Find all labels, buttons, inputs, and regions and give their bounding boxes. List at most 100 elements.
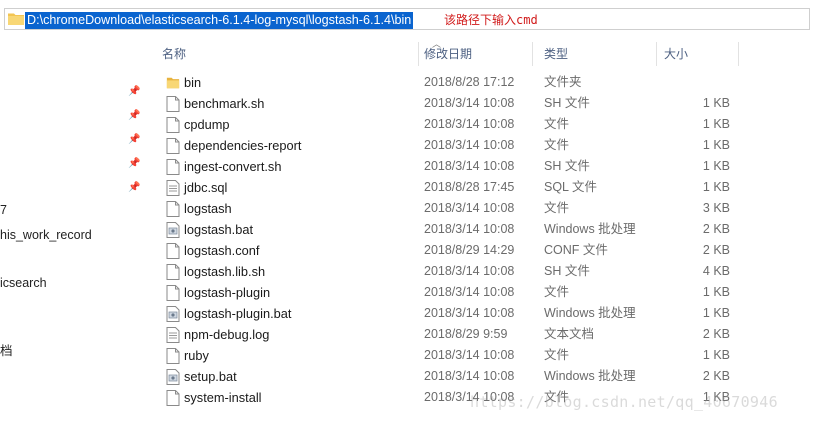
file-name: setup.bat xyxy=(184,369,237,384)
file-modified-date: 2018/3/14 10:08 xyxy=(424,306,515,320)
file-size: 1 KB xyxy=(702,117,730,131)
file-modified-date: 2018/3/14 10:08 xyxy=(424,348,515,362)
file-name: system-install xyxy=(184,390,262,405)
file-row[interactable]: logstash.lib.sh 2018/3/14 10:08 SH 文件 4 KB xyxy=(150,261,750,282)
file-name: bin xyxy=(184,75,202,90)
watermark: https://blog.csdn.net/qq_40670946 xyxy=(470,393,778,411)
file-modified-date: 2018/3/14 10:08 xyxy=(424,138,515,152)
batch-file-icon xyxy=(166,306,180,322)
file-name: ingest-convert.sh xyxy=(184,159,282,174)
file-type: 文件 xyxy=(544,285,570,299)
file-icon xyxy=(166,390,180,406)
file-type: Windows 批处理 xyxy=(544,306,636,320)
batch-file-icon xyxy=(166,222,180,238)
file-row[interactable]: logstash.conf 2018/8/29 14:29 CONF 文件 2 KB xyxy=(150,240,750,261)
file-name: npm-debug.log xyxy=(184,327,270,342)
file-size: 1 KB xyxy=(702,159,730,173)
file-name: logstash xyxy=(184,201,232,216)
file-row[interactable]: jdbc.sql 2018/8/28 17:45 SQL 文件 1 KB xyxy=(150,177,750,198)
nav-item[interactable]: 7 xyxy=(0,203,7,217)
file-modified-date: 2018/3/14 10:08 xyxy=(424,117,515,131)
file-row[interactable]: logstash.bat 2018/3/14 10:08 Windows 批处理 2 … xyxy=(150,219,750,240)
folder-icon xyxy=(8,13,24,25)
file-row[interactable]: logstash 2018/3/14 10:08 文件 3 KB xyxy=(150,198,750,219)
batch-file-icon xyxy=(166,369,180,385)
file-size: 4 KB xyxy=(702,264,730,278)
file-icon xyxy=(166,96,180,112)
file-modified-date: 2018/8/29 14:29 xyxy=(424,243,515,257)
file-name: logstash-plugin.bat xyxy=(184,306,292,321)
file-icon xyxy=(166,348,180,364)
folder-icon xyxy=(166,77,180,89)
file-row[interactable]: cpdump 2018/3/14 10:08 文件 1 KB xyxy=(150,114,750,135)
file-type: CONF 文件 xyxy=(544,243,608,257)
file-icon xyxy=(166,243,180,259)
annotation-text: 该路径下输入cmd xyxy=(444,13,538,27)
file-row[interactable]: npm-debug.log 2018/8/29 9:59 文本文档 2 KB xyxy=(150,324,750,345)
address-path[interactable]: D:\chromeDownload\elasticsearch-6.1.4-lo… xyxy=(25,12,414,29)
pin-icon[interactable]: 📌 xyxy=(128,182,140,194)
file-row[interactable]: logstash-plugin 2018/3/14 10:08 文件 1 KB xyxy=(150,282,750,303)
file-row[interactable]: bin 2018/8/28 17:12 文件夹 xyxy=(150,72,750,93)
file-icon xyxy=(166,285,180,301)
file-row[interactable]: ruby 2018/3/14 10:08 文件 1 KB xyxy=(150,345,750,366)
file-name: benchmark.sh xyxy=(184,96,265,111)
nav-item[interactable]: 档 xyxy=(0,340,13,359)
column-header: ︿ 名称 修改日期 类型 大小 xyxy=(150,40,750,68)
file-row[interactable]: ingest-convert.sh 2018/3/14 10:08 SH 文件 1 K… xyxy=(150,156,750,177)
file-modified-date: 2018/3/14 10:08 xyxy=(424,285,515,299)
nav-item[interactable]: his_work_record xyxy=(0,228,92,242)
navigation-pane: 📌 📌 📌 📌 📌 7 his_work_record icsearch 档 xyxy=(0,40,148,421)
file-row[interactable]: dependencies-report 2018/3/14 10:08 文件 1 KB xyxy=(150,135,750,156)
file-type: SH 文件 xyxy=(544,264,590,278)
column-divider[interactable] xyxy=(738,42,739,66)
file-size xyxy=(660,72,730,93)
file-size: 1 KB xyxy=(702,348,730,362)
file-size: 1 KB xyxy=(702,96,730,110)
file-type: 文件夹 xyxy=(544,75,582,89)
file-icon xyxy=(166,201,180,217)
file-icon xyxy=(166,264,180,280)
nav-item[interactable]: icsearch xyxy=(0,276,47,290)
text-file-icon xyxy=(166,327,180,343)
file-modified-date: 2018/3/14 10:08 xyxy=(424,159,515,173)
file-type: SH 文件 xyxy=(544,96,590,110)
file-size: 1 KB xyxy=(702,138,730,152)
column-type[interactable]: 类型 xyxy=(532,40,652,68)
column-name[interactable]: 名称 xyxy=(150,40,418,68)
file-type: 文本文档 xyxy=(544,327,595,341)
file-icon xyxy=(166,117,180,133)
file-type: SQL 文件 xyxy=(544,180,598,194)
file-type: 文件 xyxy=(544,138,570,152)
file-name: logstash-plugin xyxy=(184,285,271,300)
file-size: 2 KB xyxy=(702,369,730,383)
file-row[interactable]: setup.bat 2018/3/14 10:08 Windows 批处理 2 KB xyxy=(150,366,750,387)
pin-icon[interactable]: 📌 xyxy=(128,110,140,122)
file-modified-date: 2018/3/14 10:08 xyxy=(424,96,515,110)
file-name: logstash.lib.sh xyxy=(184,264,266,279)
file-type: 文件 xyxy=(544,348,570,362)
file-name: jdbc.sql xyxy=(184,180,228,195)
file-icon xyxy=(166,138,180,154)
file-type: Windows 批处理 xyxy=(544,222,636,236)
file-modified-date: 2018/3/14 10:08 xyxy=(424,264,515,278)
pin-icon[interactable]: 📌 xyxy=(128,86,140,98)
file-type: 文件 xyxy=(544,201,570,215)
file-modified-date: 2018/3/14 10:08 xyxy=(424,201,515,215)
file-modified-date: 2018/3/14 10:08 xyxy=(424,369,515,383)
file-modified-date: 2018/3/14 10:08 xyxy=(424,222,515,236)
file-modified-date: 2018/8/28 17:12 xyxy=(424,75,515,89)
column-size[interactable]: 大小 xyxy=(652,40,738,68)
pin-icon[interactable]: 📌 xyxy=(128,134,140,146)
file-row[interactable]: logstash-plugin.bat 2018/3/14 10:08 Window… xyxy=(150,303,750,324)
file-row[interactable]: benchmark.sh 2018/3/14 10:08 SH 文件 1 KB xyxy=(150,93,750,114)
file-size: 1 KB xyxy=(702,180,730,194)
file-name: cpdump xyxy=(184,117,230,132)
file-size: 2 KB xyxy=(702,243,730,257)
file-type: Windows 批处理 xyxy=(544,369,636,383)
file-size: 3 KB xyxy=(702,201,730,215)
column-date[interactable]: 修改日期 xyxy=(412,40,532,68)
file-type: 文件 xyxy=(544,117,570,131)
pin-icon[interactable]: 📌 xyxy=(128,158,140,170)
file-size: 1 KB xyxy=(702,285,730,299)
